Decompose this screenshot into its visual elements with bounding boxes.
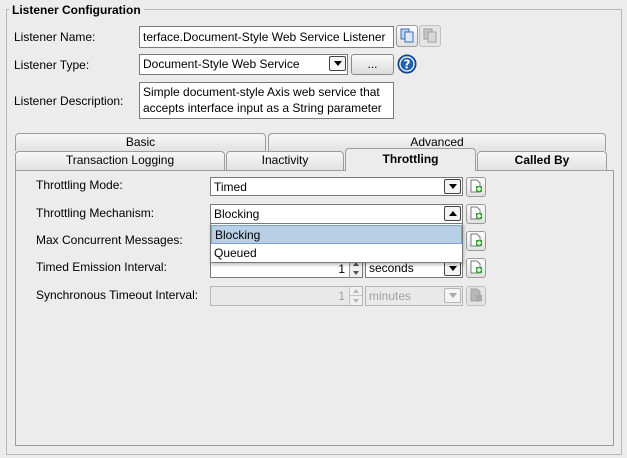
throttling-mode-label: Throttling Mode: — [36, 178, 123, 192]
timed-emission-interval-label: Timed Emission Interval: — [36, 260, 167, 274]
chevron-down-icon — [448, 184, 457, 189]
tab-throttling[interactable]: Throttling — [345, 148, 476, 171]
listener-type-select[interactable]: Document-Style Web Service — [139, 54, 348, 75]
synchronous-timeout-interval-label: Synchronous Timeout Interval: — [36, 288, 199, 302]
option-queued[interactable]: Queued — [211, 244, 462, 263]
chevron-up-icon — [448, 211, 457, 216]
arrow-down-icon — [353, 298, 359, 303]
timed-emission-unit-value: seconds — [369, 261, 414, 275]
throttling-mechanism-new-button[interactable] — [466, 204, 486, 224]
arrow-down-icon — [353, 270, 359, 275]
chevron-down-icon — [448, 293, 457, 298]
synchronous-timeout-interval-value: 1 — [338, 289, 345, 303]
group-title: Listener Configuration — [9, 3, 144, 17]
throttling-mode-value: Timed — [214, 180, 247, 194]
listener-type-label: Listener Type: — [14, 58, 90, 72]
spinner-up-button — [349, 287, 362, 296]
synchronous-timeout-unit-value: minutes — [369, 289, 412, 303]
listener-name-label: Listener Name: — [14, 30, 96, 44]
spinner-down-button — [349, 296, 362, 305]
new-document-icon — [469, 288, 483, 305]
new-document-icon — [469, 179, 483, 196]
max-concurrent-new-button[interactable] — [466, 231, 486, 251]
timed-emission-interval-value: 1 — [338, 262, 345, 276]
listener-type-value: Document-Style Web Service — [143, 57, 300, 71]
option-blocking[interactable]: Blocking — [211, 225, 462, 244]
tab-basic[interactable]: Basic — [15, 133, 266, 151]
synchronous-timeout-unit-dropdown-button — [444, 288, 461, 303]
throttling-mechanism-dropdown-button[interactable] — [444, 206, 461, 221]
listener-description-label: Listener Description: — [14, 94, 124, 108]
throttling-mechanism-label: Throttling Mechanism: — [36, 206, 155, 220]
arrow-up-icon — [353, 289, 359, 293]
paste-button — [419, 25, 441, 47]
copy-button[interactable] — [396, 25, 418, 47]
throttling-mechanism-select[interactable]: Blocking — [210, 204, 463, 224]
chevron-down-icon — [448, 266, 457, 271]
throttling-mode-dropdown-button[interactable] — [444, 179, 461, 194]
help-icon: ? — [397, 54, 417, 77]
new-document-icon — [469, 233, 483, 250]
throttling-mechanism-dropdown-list: Blocking Queued — [210, 223, 463, 263]
timed-emission-unit-dropdown-button[interactable] — [444, 261, 461, 276]
paste-icon — [422, 27, 438, 46]
chevron-down-icon — [333, 61, 342, 66]
copy-icon — [399, 27, 415, 46]
tab-called-by[interactable]: Called By — [477, 151, 607, 170]
listener-type-dropdown-button[interactable] — [329, 56, 346, 71]
listener-name-field[interactable]: terface.Document-Style Web Service Liste… — [139, 26, 394, 48]
throttling-mode-new-button[interactable] — [466, 177, 486, 197]
synchronous-timeout-interval-spinner: 1 — [210, 286, 363, 306]
synchronous-timeout-new-button — [466, 286, 486, 306]
svg-text:?: ? — [404, 58, 411, 72]
throttling-mechanism-value: Blocking — [214, 207, 260, 221]
tab-inactivity[interactable]: Inactivity — [226, 151, 344, 170]
max-concurrent-messages-label: Max Concurrent Messages: — [36, 233, 183, 247]
new-document-icon — [469, 260, 483, 277]
tab-transaction-logging[interactable]: Transaction Logging — [15, 151, 225, 170]
listener-description-field[interactable]: Simple document-style Axis web service t… — [139, 82, 394, 119]
synchronous-timeout-unit-select: minutes — [365, 286, 463, 306]
help-button[interactable]: ? — [397, 54, 417, 74]
browse-button[interactable]: ... — [351, 54, 394, 75]
throttling-mode-select[interactable]: Timed — [210, 177, 463, 196]
timed-emission-new-button[interactable] — [466, 258, 486, 278]
new-document-icon — [469, 206, 483, 223]
spinner-down-button[interactable] — [349, 268, 362, 277]
